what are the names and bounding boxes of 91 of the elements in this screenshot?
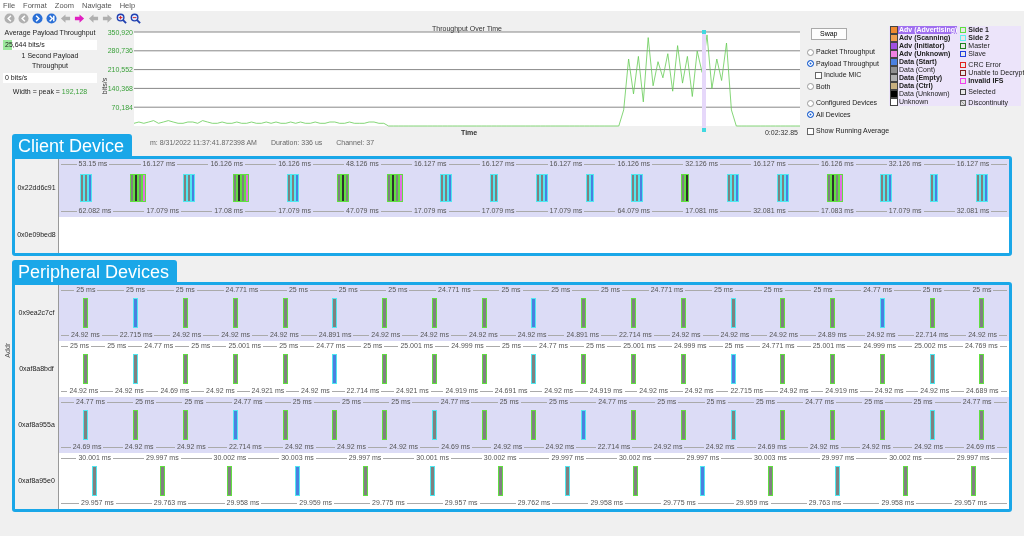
packet-marker[interactable] [481,354,487,384]
packet-marker[interactable] [565,466,571,496]
checkbox[interactable] [807,127,814,135]
packet-marker[interactable] [979,354,985,384]
packet-burst[interactable] [336,174,349,202]
packet-marker[interactable] [879,354,885,384]
packet-marker[interactable] [282,298,288,328]
packet-marker[interactable] [382,298,388,328]
packet-marker[interactable] [879,298,885,328]
packet-marker[interactable] [332,298,338,328]
zoom-out-icon[interactable] [130,13,141,24]
circle-right-arrow-icon[interactable] [32,13,43,24]
packet-marker[interactable] [830,354,836,384]
packet-marker[interactable] [332,410,338,440]
packet-marker[interactable] [581,354,587,384]
packet-marker[interactable] [929,410,935,440]
packet-marker[interactable] [581,410,587,440]
packet-marker[interactable] [83,298,89,328]
packet-marker[interactable] [431,354,437,384]
packet-marker[interactable] [767,466,773,496]
packet-marker[interactable] [531,354,537,384]
packet-marker[interactable] [182,298,188,328]
packet-marker[interactable] [979,298,985,328]
packet-marker[interactable] [680,354,686,384]
packet-marker[interactable] [879,410,885,440]
packet-marker[interactable] [531,410,537,440]
packet-marker[interactable] [83,410,89,440]
radio-button[interactable] [807,99,814,107]
packet-marker[interactable] [481,410,487,440]
packet-marker[interactable] [232,354,238,384]
packet-marker[interactable] [835,466,841,496]
packet-marker[interactable] [929,298,935,328]
packet-marker[interactable] [631,354,636,384]
packet-marker[interactable] [362,466,368,496]
packet-marker[interactable] [332,354,338,384]
packet-marker[interactable] [680,410,686,440]
packet-marker[interactable] [929,354,935,384]
packet-marker[interactable] [92,466,98,496]
packet-marker[interactable] [133,410,139,440]
right-arrow-icon[interactable] [74,13,85,24]
packet-marker[interactable] [970,466,976,496]
packet-marker[interactable] [431,298,437,328]
packet-marker[interactable] [581,298,587,328]
packet-marker[interactable] [780,410,786,440]
packet-marker[interactable] [497,466,503,496]
packet-marker[interactable] [294,466,300,496]
radio-button[interactable] [807,60,814,68]
packet-marker[interactable] [430,466,436,496]
packet-marker[interactable] [182,354,188,384]
packet-marker[interactable] [431,410,437,440]
packet-marker[interactable] [631,298,636,328]
packet-marker[interactable] [631,410,636,440]
packet-marker[interactable] [481,298,487,328]
packet-burst[interactable] [681,174,690,202]
packet-marker[interactable] [903,466,909,496]
packet-marker[interactable] [282,410,288,440]
packet-marker[interactable] [979,410,985,440]
packet-marker[interactable] [133,354,139,384]
packet-marker[interactable] [133,298,139,328]
packet-marker[interactable] [700,466,706,496]
packet-marker[interactable] [531,298,537,328]
zoom-in-icon[interactable] [116,13,127,24]
packet-marker[interactable] [730,354,736,384]
packet-burst[interactable] [129,174,146,202]
packet-marker[interactable] [730,410,736,440]
packet-marker[interactable] [382,354,388,384]
packet-burst[interactable] [386,174,403,202]
packet-marker[interactable] [83,354,89,384]
packet-marker[interactable] [780,354,786,384]
packet-marker[interactable] [780,298,786,328]
packet-marker[interactable] [232,298,238,328]
circle-right-arrow-icon[interactable] [46,13,57,24]
cursor-marker[interactable] [702,30,707,132]
checkbox[interactable] [815,71,822,79]
packet-marker[interactable] [282,354,288,384]
radio-button[interactable] [807,83,814,91]
packet-burst[interactable] [826,174,843,202]
packet-burst[interactable] [233,174,250,202]
radio-button[interactable] [807,48,814,56]
packet-marker[interactable] [159,466,165,496]
packet-marker[interactable] [680,298,686,328]
packet-marker[interactable] [227,466,233,496]
packet-marker[interactable] [730,298,736,328]
packet-marker[interactable] [830,298,836,328]
packet-marker[interactable] [382,410,388,440]
packet-marker[interactable] [182,410,188,440]
packet-marker[interactable] [632,466,638,496]
packet-marker[interactable] [830,410,836,440]
packet-marker[interactable] [232,410,238,440]
callout-label: Client Device [12,134,133,159]
callout-label: Peripheral Devices [12,260,178,285]
